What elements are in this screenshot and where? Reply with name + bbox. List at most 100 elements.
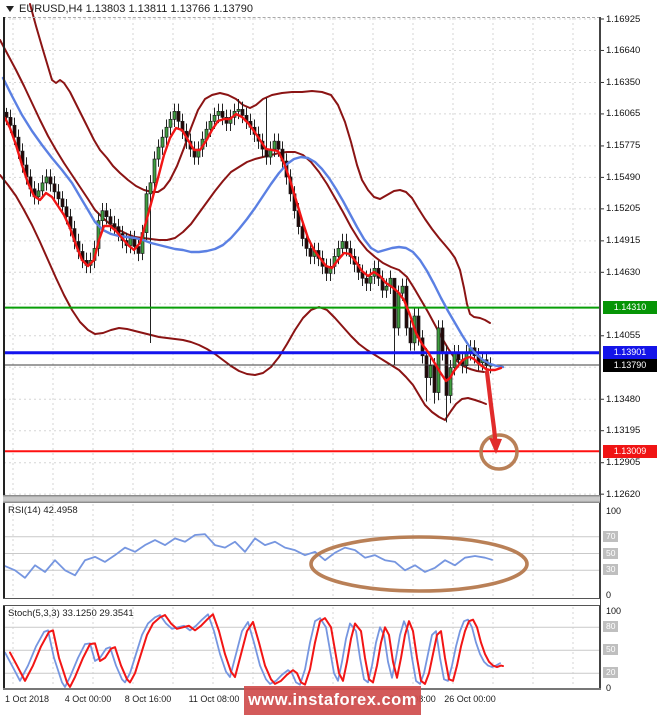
candle-bearish xyxy=(4,111,9,118)
candle-bullish xyxy=(368,275,373,284)
trading-chart-window: EURUSD,H4 1.13803 1.13811 1.13766 1.1379… xyxy=(0,0,665,718)
candle-bullish xyxy=(172,111,177,120)
price-tick-label: 1.14630 xyxy=(606,266,641,278)
rsi-level-label: 100 xyxy=(606,505,622,516)
candle-bearish xyxy=(276,140,281,150)
candle-bullish xyxy=(212,115,217,122)
price-level-badge: 1.13790 xyxy=(603,358,657,372)
time-axis-label: 11 Oct 08:00 xyxy=(188,694,240,704)
candle-bullish xyxy=(128,238,133,246)
candle-bullish xyxy=(36,190,41,198)
rsi-indicator-label: RSI(14) 42.4958 xyxy=(8,505,78,516)
candle-bullish xyxy=(44,176,49,184)
candle-bearish xyxy=(364,277,369,284)
price-tick-label: 1.16640 xyxy=(606,44,641,56)
candle-bearish xyxy=(108,216,113,224)
candle-bullish xyxy=(236,109,241,112)
time-axis-label: 8 Oct 16:00 xyxy=(124,694,172,704)
candle-bullish xyxy=(436,327,441,393)
candle-bearish xyxy=(56,191,61,200)
collapse-indicator-icon[interactable] xyxy=(6,6,14,12)
candle-bullish xyxy=(160,136,165,148)
candle-bullish xyxy=(164,126,169,138)
plot-right-border xyxy=(599,17,601,690)
candle-bullish xyxy=(100,210,105,222)
price-tick-label: 1.15490 xyxy=(606,171,641,183)
price-tick-label: 1.16350 xyxy=(606,76,641,88)
candle-bearish xyxy=(432,365,437,393)
panel-separator-rsi[interactable] xyxy=(3,495,600,503)
candle-bullish xyxy=(272,140,277,150)
candle-bearish xyxy=(444,352,449,396)
time-axis-label: 4 Oct 00:00 xyxy=(64,694,112,704)
candle-bearish xyxy=(48,176,53,185)
rsi-level-badge: 70 xyxy=(603,530,619,542)
plot-left-border xyxy=(3,17,5,690)
price-tick-label: 1.12905 xyxy=(606,457,641,469)
forecast-arrow xyxy=(484,369,498,441)
candle-bullish xyxy=(384,285,389,291)
price-level-badge: 1.13009 xyxy=(603,444,657,458)
candle-bullish xyxy=(156,146,161,160)
candle-bearish xyxy=(440,327,445,354)
instaforex-watermark: www.instaforex.com xyxy=(244,686,421,715)
price-tick-label: 1.16065 xyxy=(606,108,641,120)
price-tick-label: 1.15205 xyxy=(606,203,641,215)
price-tick-label: 1.15775 xyxy=(606,140,641,152)
stoch-level-label: 100 xyxy=(606,606,622,616)
time-axis-label: 26 Oct 00:00 xyxy=(444,694,496,704)
candle-bullish xyxy=(448,367,453,396)
candle-bearish xyxy=(132,238,137,247)
candle-bullish xyxy=(428,365,433,378)
plot-top-border xyxy=(3,17,600,18)
candle-bearish xyxy=(104,210,109,218)
candle-bearish xyxy=(392,277,397,329)
candle-bearish xyxy=(8,116,13,126)
price-tick-label: 1.16925 xyxy=(606,13,641,25)
candle-bullish xyxy=(396,292,401,329)
price-tick-label: 1.12620 xyxy=(606,488,641,500)
candle-bearish xyxy=(60,198,65,208)
candle-bullish xyxy=(40,182,45,192)
stoch-level-badge: 20 xyxy=(603,667,619,679)
rsi-level-badge: 30 xyxy=(603,564,619,576)
candle-bearish xyxy=(112,223,117,227)
stoch-level-label: 0 xyxy=(606,682,612,693)
candle-bearish xyxy=(240,109,245,116)
candle-bearish xyxy=(176,111,181,122)
price-tick-label: 1.14055 xyxy=(606,330,641,342)
panel-separator-stoch[interactable] xyxy=(3,598,600,606)
candle-bearish xyxy=(220,111,225,118)
candle-bearish xyxy=(304,238,309,249)
price-level-badge: 1.13901 xyxy=(603,346,657,360)
candle-bullish xyxy=(148,182,153,195)
analyst-ellipse-annotation xyxy=(309,535,529,593)
price-tick-label: 1.13480 xyxy=(606,393,641,405)
candle-bearish xyxy=(344,241,349,249)
candle-bearish xyxy=(64,206,69,218)
candle-bullish xyxy=(336,248,341,257)
price-level-badge: 1.14310 xyxy=(603,301,657,315)
stoch-level-badge: 50 xyxy=(603,644,619,656)
price-tick-label: 1.13195 xyxy=(606,425,641,437)
candle-bearish xyxy=(424,355,429,378)
bollinger-upper-band xyxy=(29,3,491,324)
rsi-level-label: 0 xyxy=(606,589,612,600)
candle-bullish xyxy=(216,111,221,116)
candle-bearish xyxy=(408,327,413,344)
candle-bearish xyxy=(308,248,313,257)
price-tick-label: 1.14915 xyxy=(606,235,641,247)
stoch-indicator-label: Stoch(5,3,3) 33.1250 29.3541 xyxy=(8,608,134,619)
candle-bullish xyxy=(168,118,173,128)
chart-title: EURUSD,H4 1.13803 1.13811 1.13766 1.1379… xyxy=(19,3,254,15)
chart-title-bar: EURUSD,H4 1.13803 1.13811 1.13766 1.1379… xyxy=(6,3,253,15)
rsi-line xyxy=(4,533,493,579)
candle-bullish xyxy=(152,158,157,184)
candle-bullish xyxy=(340,241,345,249)
rsi-level-badge: 50 xyxy=(603,547,619,559)
candle-bullish xyxy=(208,120,213,130)
time-axis-label: 1 Oct 2018 xyxy=(4,694,50,704)
stoch-level-badge: 80 xyxy=(603,621,619,633)
candle-bearish xyxy=(52,183,57,193)
candle-bullish xyxy=(400,285,405,294)
